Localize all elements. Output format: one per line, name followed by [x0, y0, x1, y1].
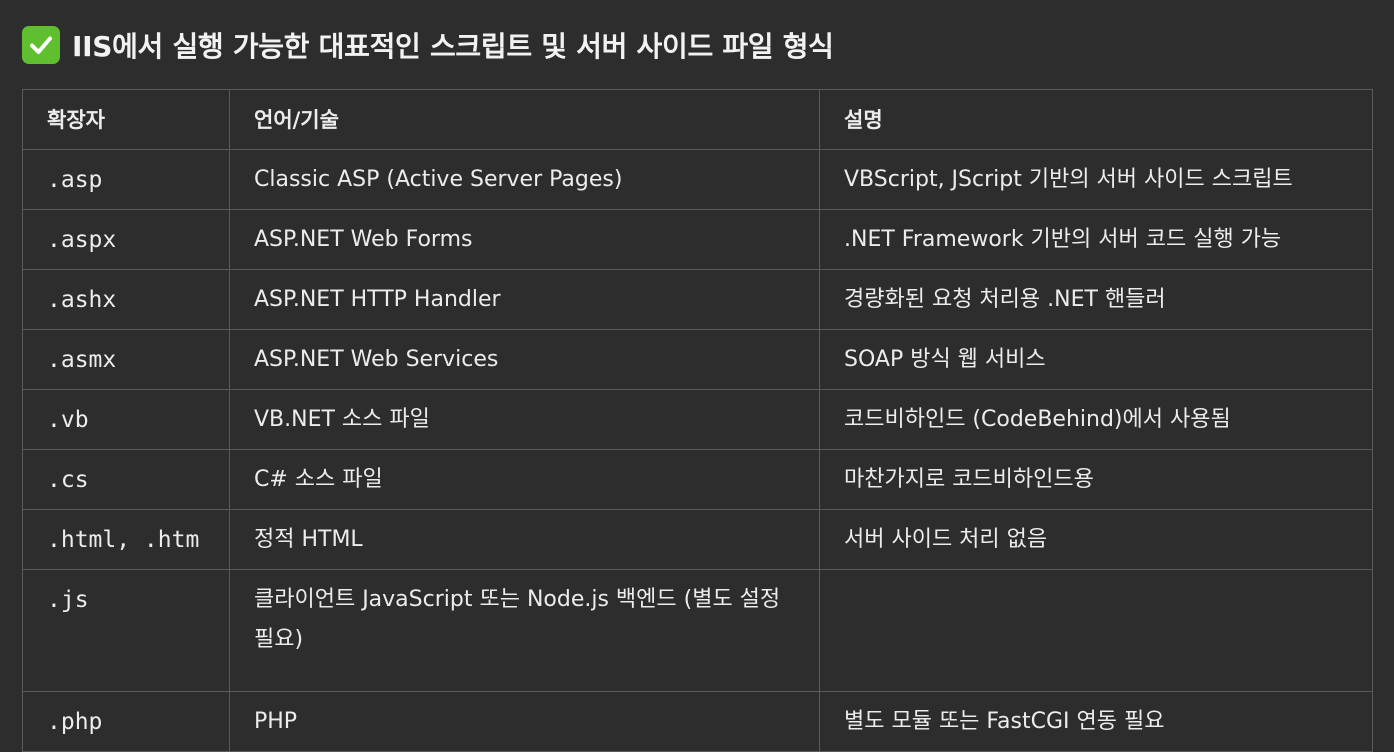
description-cell: 경량화된 요청 처리용 .NET 핸들러 — [819, 269, 1373, 330]
technology-cell: VB.NET 소스 파일 — [229, 389, 820, 450]
page-title: IIS에서 실행 가능한 대표적인 스크립트 및 서버 사이드 파일 형식 — [72, 30, 834, 63]
table-row: .js 클라이언트 JavaScript 또는 Node.js 백엔드 (별도 … — [22, 569, 1373, 692]
extension-cell: .php — [22, 691, 230, 752]
description-cell: 코드비하인드 (CodeBehind)에서 사용됨 — [819, 389, 1373, 450]
technology-cell: 클라이언트 JavaScript 또는 Node.js 백엔드 (별도 설정 필… — [229, 569, 820, 692]
column-header-technology: 언어/기술 — [229, 89, 820, 150]
description-cell: 별도 모듈 또는 FastCGI 연동 필요 — [819, 691, 1373, 752]
technology-cell: 정적 HTML — [229, 509, 820, 570]
extension-cell: .asmx — [22, 329, 230, 390]
table-row: .html, .htm 정적 HTML 서버 사이드 처리 없음 — [22, 509, 1373, 570]
description-cell: 서버 사이드 처리 없음 — [819, 509, 1373, 570]
extension-cell: .cs — [22, 449, 230, 510]
table-row: .aspx ASP.NET Web Forms .NET Framework 기… — [22, 209, 1373, 270]
description-cell — [819, 569, 1373, 692]
table-row: .vb VB.NET 소스 파일 코드비하인드 (CodeBehind)에서 사… — [22, 389, 1373, 450]
table-row: .asmx ASP.NET Web Services SOAP 방식 웹 서비스 — [22, 329, 1373, 390]
technology-cell: Classic ASP (Active Server Pages) — [229, 149, 820, 210]
technology-cell: ASP.NET Web Services — [229, 329, 820, 390]
table-row: .php PHP 별도 모듈 또는 FastCGI 연동 필요 — [22, 691, 1373, 752]
extension-cell: .vb — [22, 389, 230, 450]
description-cell: .NET Framework 기반의 서버 코드 실행 가능 — [819, 209, 1373, 270]
technology-cell: ASP.NET HTTP Handler — [229, 269, 820, 330]
page-heading: IIS에서 실행 가능한 대표적인 스크립트 및 서버 사이드 파일 형식 — [22, 22, 834, 68]
technology-cell: C# 소스 파일 — [229, 449, 820, 510]
check-mark-icon — [22, 26, 60, 64]
table-row: .ashx ASP.NET HTTP Handler 경량화된 요청 처리용 .… — [22, 269, 1373, 330]
table-header-row: 확장자 언어/기술 설명 — [22, 89, 1373, 150]
extension-cell: .js — [22, 569, 230, 692]
extension-cell: .aspx — [22, 209, 230, 270]
table-row: .asp Classic ASP (Active Server Pages) V… — [22, 149, 1373, 210]
table-row: .cs C# 소스 파일 마찬가지로 코드비하인드용 — [22, 449, 1373, 510]
technology-cell: PHP — [229, 691, 820, 752]
extension-cell: .asp — [22, 149, 230, 210]
file-extension-table: 확장자 언어/기술 설명 .asp Classic ASP (Active Se… — [22, 89, 1373, 752]
column-header-extension: 확장자 — [22, 89, 230, 150]
column-header-description: 설명 — [819, 89, 1373, 150]
extension-cell: .html, .htm — [22, 509, 230, 570]
extension-cell: .ashx — [22, 269, 230, 330]
description-cell: SOAP 방식 웹 서비스 — [819, 329, 1373, 390]
check-mark-glyph — [30, 36, 52, 54]
description-cell: VBScript, JScript 기반의 서버 사이드 스크립트 — [819, 149, 1373, 210]
technology-cell: ASP.NET Web Forms — [229, 209, 820, 270]
description-cell: 마찬가지로 코드비하인드용 — [819, 449, 1373, 510]
